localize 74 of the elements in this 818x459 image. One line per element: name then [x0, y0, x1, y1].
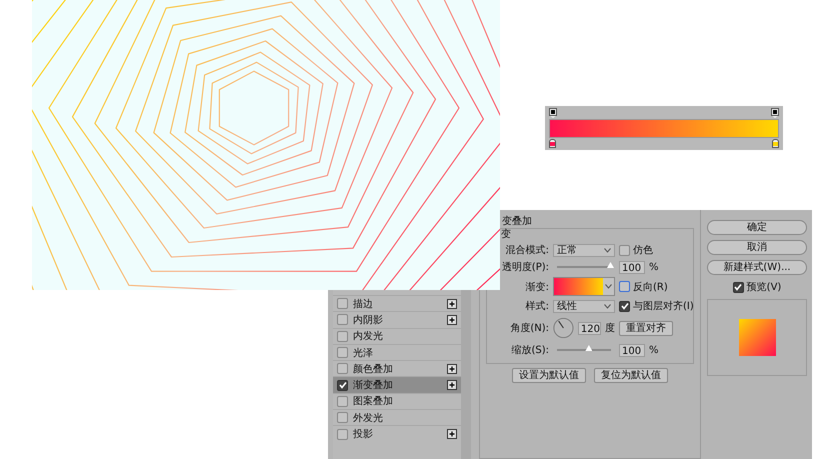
effect-item[interactable]: 投影: [333, 425, 461, 442]
group-title: 变: [501, 229, 512, 241]
number-field[interactable]: 100: [619, 260, 645, 274]
effect-label: 光泽: [353, 346, 374, 360]
checkbox-label: 反向(R): [633, 280, 668, 294]
checkbox[interactable]: [337, 412, 348, 424]
default-button[interactable]: 复位为默认值: [594, 368, 668, 383]
effect-label: 内阴影: [353, 314, 384, 327]
add-icon[interactable]: [447, 298, 457, 309]
dialog-button[interactable]: 取消: [707, 240, 807, 255]
field-label: 透明度(P):: [501, 260, 549, 274]
checkbox[interactable]: [337, 396, 348, 407]
add-icon[interactable]: [447, 380, 457, 390]
checkbox-label: 仿色: [633, 244, 653, 257]
checkbox[interactable]: [337, 428, 348, 440]
color-stop[interactable]: [549, 138, 556, 148]
section-heading: 变叠加: [501, 216, 533, 228]
number-field[interactable]: 100: [619, 344, 645, 356]
effect-label: 内发光: [353, 330, 384, 344]
opacity-stop-icon[interactable]: [771, 108, 779, 118]
field-label: 角度(N):: [509, 322, 549, 335]
effect-item[interactable]: 光泽: [333, 344, 461, 360]
slider-thumb[interactable]: [585, 345, 592, 351]
unit-label: %: [649, 262, 659, 272]
checkbox-label: 与图层对齐(I): [633, 300, 694, 313]
gradient-swatch: [554, 278, 603, 295]
field-label: 样式:: [524, 300, 549, 313]
effect-label: 投影: [353, 428, 374, 442]
checkbox[interactable]: [337, 314, 348, 326]
field-label: 混合模式:: [504, 244, 549, 257]
effect-item[interactable]: 渐变叠加: [333, 376, 461, 393]
add-icon[interactable]: [447, 364, 457, 374]
number-field[interactable]: 120: [578, 322, 601, 334]
add-icon[interactable]: [447, 314, 457, 325]
effect-label: 外发光: [353, 412, 384, 425]
effect-item[interactable]: 内阴影: [333, 311, 461, 328]
effect-label: 描边: [353, 298, 374, 311]
preview-swatch: [738, 319, 776, 356]
checkbox[interactable]: [337, 347, 348, 358]
default-button[interactable]: 设置为默认值: [512, 368, 586, 383]
slider-thumb[interactable]: [607, 262, 614, 268]
add-icon[interactable]: [447, 429, 457, 440]
checkbox[interactable]: [337, 298, 348, 310]
effect-item[interactable]: 图案叠加: [333, 392, 461, 410]
dialog-button[interactable]: 新建样式(W)...: [707, 260, 807, 275]
caret-icon: [604, 304, 611, 308]
dropdown[interactable]: 正常: [553, 244, 615, 256]
checkbox[interactable]: [619, 244, 630, 256]
effect-item[interactable]: 描边: [333, 295, 461, 312]
effect-label: 渐变叠加: [353, 378, 394, 392]
angle-dial-icon[interactable]: [553, 316, 574, 340]
checkbox[interactable]: [619, 300, 630, 312]
effect-item[interactable]: 外发光: [333, 409, 461, 426]
opacity-stop-icon[interactable]: [549, 108, 557, 118]
checkbox[interactable]: [337, 380, 348, 391]
caret-icon: [604, 248, 611, 252]
dropdown[interactable]: 线性: [553, 300, 615, 312]
effect-label: 颜色叠加: [353, 362, 394, 376]
checkbox[interactable]: [337, 363, 348, 374]
field-label: 渐变:: [524, 280, 549, 294]
dialog-button[interactable]: 确定: [707, 220, 807, 235]
unit-label: 度: [605, 322, 615, 335]
reset-align-button[interactable]: 重置对齐: [619, 320, 673, 336]
gradient-picker[interactable]: [553, 277, 615, 296]
effect-label: 图案叠加: [353, 394, 394, 408]
color-stop[interactable]: [772, 138, 779, 148]
checkbox[interactable]: [732, 282, 744, 292]
effect-item[interactable]: 内发光: [333, 328, 461, 344]
checkbox-label: 预览(V): [746, 281, 782, 294]
unit-label: %: [649, 344, 659, 356]
checkbox[interactable]: [619, 281, 630, 292]
checkbox[interactable]: [337, 330, 348, 342]
field-label: 缩放(S):: [510, 344, 549, 357]
caret-icon: [605, 284, 612, 289]
